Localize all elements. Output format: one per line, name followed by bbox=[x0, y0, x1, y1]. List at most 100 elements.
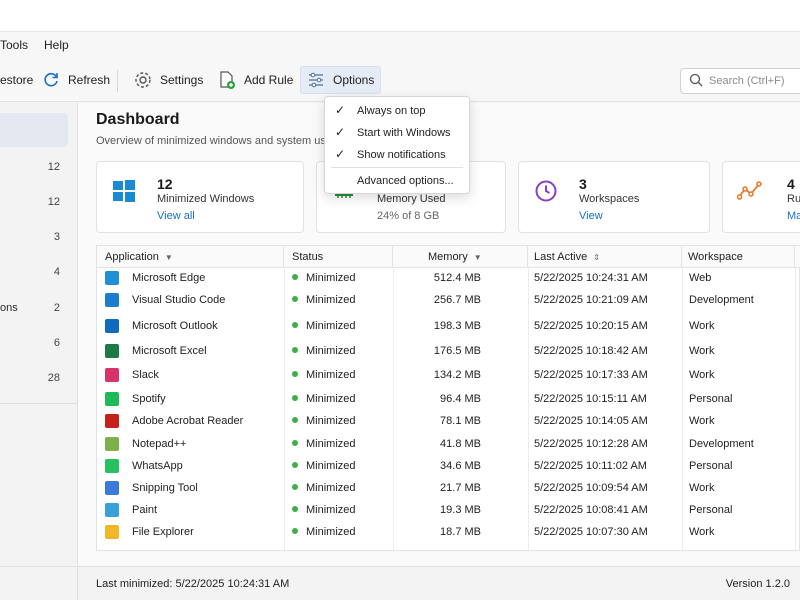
cell-memory: 96.4 MB bbox=[440, 393, 481, 405]
table-row[interactable]: Adobe Acrobat Reader Minimized 78.1 MB 5/22… bbox=[97, 411, 800, 433]
table-row[interactable]: Snipping Tool Minimized 21.7 MB 5/22/2025 1… bbox=[97, 478, 800, 500]
manage-link[interactable]: Ma bbox=[787, 210, 800, 222]
sidebar-item[interactable]: 3 bbox=[0, 228, 68, 248]
cell-memory: 512.4 MB bbox=[433, 272, 481, 284]
windows-table: Application ▼ Status Memory ▼ Last Active ⇕… bbox=[96, 245, 800, 552]
cell-workspace: Personal bbox=[689, 460, 733, 472]
cell-last-active: 5/22/2025 10:08:41 AM bbox=[534, 504, 648, 516]
status-dot-icon bbox=[292, 322, 298, 328]
table-row[interactable]: Visual Studio Code Minimized 256.7 MB 5/22/… bbox=[97, 290, 800, 312]
cell-workspace: Development bbox=[689, 438, 754, 450]
cell-application: Snipping Tool bbox=[132, 482, 198, 494]
column-header-workspace[interactable]: Workspace bbox=[682, 246, 795, 268]
cell-last-active: 5/22/2025 10:09:54 AM bbox=[534, 482, 648, 494]
cell-workspace: Work bbox=[689, 345, 715, 357]
menu-item-always-on-top[interactable]: ✓ Always on top bbox=[325, 100, 469, 122]
view-link[interactable]: View bbox=[579, 210, 603, 222]
table-row[interactable]: File Explorer Minimized 18.7 MB 5/22/2025 1… bbox=[97, 522, 800, 544]
status-dot-icon bbox=[292, 506, 298, 512]
add-rule-label: Add Rule bbox=[244, 73, 294, 87]
table-row[interactable]: Microsoft Outlook Minimized 198.3 MB 5/22/2… bbox=[97, 316, 800, 338]
status-dot-icon bbox=[292, 440, 298, 446]
menu-tools[interactable]: Tools bbox=[0, 38, 28, 52]
table-row[interactable]: Spotify Minimized 96.4 MB 5/22/2025 10:15:1… bbox=[97, 389, 800, 411]
table-row[interactable]: Slack Minimized 134.2 MB 5/22/2025 10:17:33… bbox=[97, 365, 800, 387]
page-title: Dashboard bbox=[96, 111, 180, 128]
cell-status: Minimized bbox=[292, 526, 356, 538]
cell-workspace: Work bbox=[689, 369, 715, 381]
cell-memory: 41.8 MB bbox=[440, 438, 481, 450]
settings-button[interactable]: Settings bbox=[132, 66, 203, 94]
cell-status: Minimized bbox=[292, 438, 356, 450]
cell-application: WhatsApp bbox=[132, 460, 183, 472]
restore-button[interactable]: estore bbox=[0, 66, 33, 94]
menu-divider bbox=[331, 167, 463, 168]
cell-last-active: 5/22/2025 10:18:42 AM bbox=[534, 345, 648, 357]
view-all-link[interactable]: View all bbox=[157, 210, 195, 222]
column-header-memory[interactable]: Memory ▼ bbox=[393, 246, 528, 268]
cell-application: Spotify bbox=[132, 393, 166, 405]
menu-help[interactable]: Help bbox=[44, 38, 69, 52]
sidebar-divider bbox=[0, 403, 78, 404]
cell-status: Minimized bbox=[292, 369, 356, 381]
cell-status: Minimized bbox=[292, 460, 356, 472]
status-dot-icon bbox=[292, 296, 298, 302]
column-header-status[interactable]: Status bbox=[284, 246, 393, 268]
cell-workspace: Work bbox=[689, 320, 715, 332]
checkmark-icon: ✓ bbox=[335, 125, 346, 139]
sidebar-item-selected[interactable] bbox=[0, 113, 68, 147]
cell-status: Minimized bbox=[292, 482, 356, 494]
table-row[interactable]: Microsoft Excel Minimized 176.5 MB 5/22/202… bbox=[97, 341, 800, 363]
sidebar-item[interactable]: ons 2 bbox=[0, 299, 68, 319]
refresh-button[interactable]: Refresh bbox=[40, 66, 110, 94]
checkmark-icon: ✓ bbox=[335, 147, 346, 161]
settings-label: Settings bbox=[160, 73, 204, 87]
card-sub: 24% of 8 GB bbox=[377, 210, 440, 222]
sidebar-item[interactable]: 6 bbox=[0, 334, 68, 354]
sidebar-count: 4 bbox=[53, 266, 60, 278]
card-label: Memory Used bbox=[377, 193, 446, 205]
cell-workspace: Work bbox=[689, 482, 715, 494]
whatsapp-icon bbox=[105, 459, 119, 473]
status-dot-icon bbox=[292, 274, 298, 280]
cell-status: Minimized bbox=[292, 393, 356, 405]
last-minimized-text: Last minimized: 5/22/2025 10:24:31 AM bbox=[96, 578, 290, 590]
sidebar-item[interactable]: 12 bbox=[0, 158, 68, 178]
cell-workspace: Work bbox=[689, 526, 715, 538]
status-dot-icon bbox=[292, 371, 298, 377]
table-row[interactable]: Notepad++ Minimized 41.8 MB 5/22/2025 10:12… bbox=[97, 434, 800, 456]
file-explorer-icon bbox=[105, 525, 119, 539]
cell-memory: 176.5 MB bbox=[433, 345, 481, 357]
column-header-application[interactable]: Application ▼ bbox=[97, 246, 284, 268]
cell-workspace: Personal bbox=[689, 504, 733, 516]
sidebar-item[interactable]: 12 bbox=[0, 193, 68, 213]
cell-memory: 78.1 MB bbox=[440, 415, 481, 427]
options-button[interactable]: Options bbox=[300, 66, 382, 94]
title-bar bbox=[0, 0, 800, 32]
menu-item-advanced-options[interactable]: Advanced options... bbox=[325, 170, 469, 192]
menu-item-start-with-windows[interactable]: ✓ Start with Windows bbox=[325, 122, 469, 144]
table-header: Application ▼ Status Memory ▼ Last Active ⇕… bbox=[97, 246, 800, 268]
sidebar-count: 2 bbox=[53, 302, 60, 314]
table-row[interactable]: Microsoft Edge Minimized 512.4 MB 5/22/2025… bbox=[97, 268, 800, 290]
cell-application: File Explorer bbox=[132, 526, 194, 538]
sidebar-item[interactable]: 28 bbox=[0, 369, 68, 389]
cell-last-active: 5/22/2025 10:14:05 AM bbox=[534, 415, 648, 427]
column-header-last-active[interactable]: Last Active ⇕ bbox=[528, 246, 682, 268]
search-box[interactable] bbox=[680, 68, 800, 94]
cell-memory: 21.7 MB bbox=[440, 482, 481, 494]
sidebar-item[interactable]: 4 bbox=[0, 263, 68, 283]
search-input[interactable] bbox=[709, 75, 800, 87]
options-dropdown-menu: ✓ Always on top ✓ Start with Windows ✓ S… bbox=[324, 96, 470, 194]
trend-icon bbox=[737, 178, 763, 204]
cell-status: Minimized bbox=[292, 504, 356, 516]
add-rule-button[interactable]: Add Rule bbox=[216, 66, 293, 94]
table-row[interactable]: WhatsApp Minimized 34.6 MB 5/22/2025 10:11:… bbox=[97, 456, 800, 478]
sidebar-count: 12 bbox=[47, 161, 60, 173]
edge-icon bbox=[105, 271, 119, 285]
refresh-icon bbox=[40, 69, 62, 91]
status-dot-icon bbox=[292, 395, 298, 401]
table-row[interactable]: Paint Minimized 19.3 MB 5/22/2025 10:08:41 … bbox=[97, 500, 800, 522]
menu-item-show-notifications[interactable]: ✓ Show notifications bbox=[325, 144, 469, 166]
status-dot-icon bbox=[292, 347, 298, 353]
